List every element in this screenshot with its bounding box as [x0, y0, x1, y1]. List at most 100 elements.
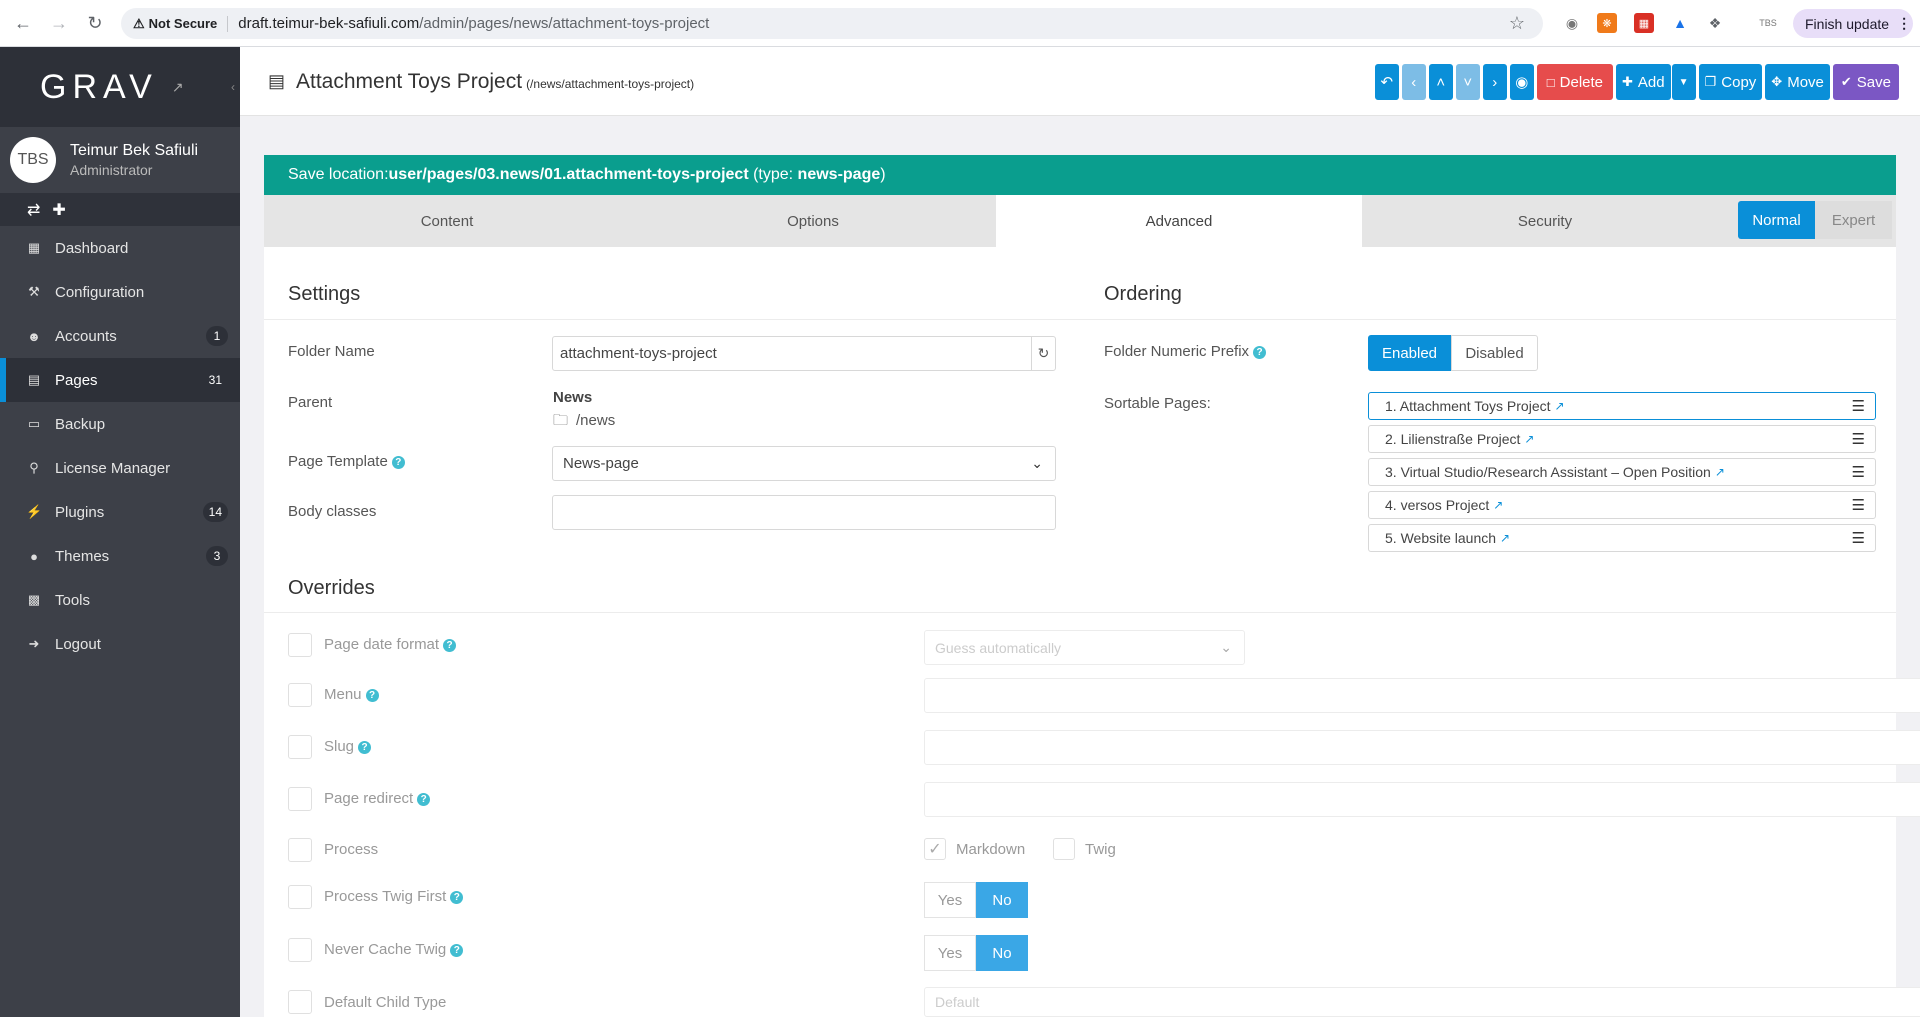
clear-cache-icon[interactable]: ⇄ [27, 200, 40, 220]
override-menu-checkbox[interactable] [288, 683, 312, 707]
body-classes-input[interactable] [552, 495, 1056, 530]
avatar: TBS [10, 137, 56, 183]
next-sibling-button[interactable]: › [1482, 64, 1507, 100]
help-icon[interactable]: ? [1253, 345, 1267, 359]
menu-input[interactable] [924, 678, 1920, 713]
page-date-format-select[interactable]: Guess automatically ⌄ [924, 630, 1245, 665]
reload-icon[interactable]: ↻ [82, 10, 108, 36]
sidebar-item-backup[interactable]: ▭ Backup [0, 402, 240, 446]
calendar-extension-icon[interactable]: ▦ [1634, 13, 1654, 33]
url-text[interactable]: draft.teimur-bek-safiuli.com/admin/pages… [238, 15, 709, 32]
override-process-checkbox[interactable] [288, 838, 312, 862]
add-button[interactable]: ✚ Add [1616, 64, 1671, 100]
sortable-page-item[interactable]: 4. versos Project ↗ ☰ [1368, 491, 1876, 519]
enabled-button[interactable]: Enabled [1368, 335, 1451, 371]
external-link-icon[interactable]: ↗ [1500, 531, 1510, 545]
external-link-icon[interactable]: ↗ [1524, 432, 1534, 446]
expert-mode-button[interactable]: Expert [1815, 201, 1892, 239]
sortable-page-item[interactable]: 1. Attachment Toys Project ↗ ☰ [1368, 392, 1876, 420]
finish-update-button[interactable]: Finish update ⋮ [1793, 9, 1913, 38]
back-arrow-icon[interactable]: ← [10, 10, 36, 36]
page-template-select[interactable]: News-page ⌄ [552, 446, 1056, 481]
not-secure-indicator[interactable]: ⚠ Not Secure [133, 15, 229, 32]
parent-name[interactable]: News [553, 389, 592, 406]
process-twig-option[interactable]: Twig [1053, 838, 1116, 860]
previous-sibling-button[interactable]: ‹ [1401, 64, 1426, 100]
help-icon[interactable]: ? [443, 638, 457, 652]
override-slug-checkbox[interactable] [288, 735, 312, 759]
page-redirect-input[interactable] [924, 782, 1920, 817]
bookmark-star-icon[interactable]: ☆ [1509, 13, 1525, 34]
help-icon[interactable]: ? [365, 688, 379, 702]
external-link-icon[interactable]: ↗ [1555, 399, 1565, 413]
sortable-page-item[interactable]: 3. Virtual Studio/Research Assistant – O… [1368, 458, 1876, 486]
grav-logo[interactable]: GRAV [40, 68, 158, 107]
collapse-sidebar-icon[interactable]: ‹ [226, 47, 240, 127]
back-to-pages-button[interactable]: ↶ [1374, 64, 1399, 100]
help-icon[interactable]: ? [450, 943, 464, 957]
override-twig-first-checkbox[interactable] [288, 885, 312, 909]
help-icon[interactable]: ? [417, 792, 431, 806]
sidebar-item-tools[interactable]: ▩ Tools [0, 578, 240, 622]
address-bar[interactable]: ⚠ Not Secure draft.teimur-bek-safiuli.co… [121, 8, 1543, 39]
drag-handle-icon[interactable]: ☰ [1852, 496, 1865, 514]
normal-mode-button[interactable]: Normal [1738, 201, 1815, 239]
external-link-icon[interactable]: ↗ [1715, 465, 1725, 479]
drag-handle-icon[interactable]: ☰ [1852, 529, 1865, 547]
help-icon[interactable]: ? [358, 740, 372, 754]
camera-extension-icon[interactable]: ◉ [1562, 13, 1582, 33]
puzzle-extensions-icon[interactable]: ❖ [1705, 13, 1725, 33]
drive-extension-icon[interactable]: ▲ [1670, 13, 1690, 33]
never-cache-no-button[interactable]: No [976, 935, 1028, 971]
default-child-type-select[interactable]: Default⌄ [924, 987, 1920, 1017]
sidebar-item-license-manager[interactable]: ⚲ License Manager [0, 446, 240, 490]
twig-first-yes-button[interactable]: Yes [924, 882, 976, 918]
help-icon[interactable]: ? [450, 890, 464, 904]
slug-input[interactable] [924, 730, 1920, 765]
external-link-icon[interactable]: ↗ [1493, 498, 1503, 512]
forward-arrow-icon[interactable]: → [46, 10, 72, 36]
folder-name-input[interactable]: attachment-toys-project ↻ [552, 336, 1056, 371]
process-markdown-option[interactable]: ✓ Markdown [924, 838, 1025, 860]
save-button[interactable]: ✔ Save [1832, 64, 1899, 100]
delete-button[interactable]: □ Delete [1536, 64, 1613, 100]
copy-button[interactable]: ❐ Copy [1698, 64, 1763, 100]
sidebar-item-themes[interactable]: ● Themes 3 [0, 534, 240, 578]
parent-page-button[interactable]: ˄ [1428, 64, 1453, 100]
tab-security[interactable]: Security [1362, 195, 1728, 247]
sidebar-item-plugins[interactable]: ⚡ Plugins 14 [0, 490, 240, 534]
sidebar-item-configuration[interactable]: ⚒ Configuration [0, 270, 240, 314]
override-never-cache-checkbox[interactable] [288, 938, 312, 962]
disabled-button[interactable]: Disabled [1451, 335, 1538, 371]
sidebar-item-pages[interactable]: ▤ Pages 31 [0, 358, 240, 402]
never-cache-yes-button[interactable]: Yes [924, 935, 976, 971]
drag-handle-icon[interactable]: ☰ [1852, 430, 1865, 448]
folder-icon: 🗀 [553, 412, 569, 429]
sidebar-item-accounts[interactable]: ☻ Accounts 1 [0, 314, 240, 358]
sidebar-item-logout[interactable]: ➜ Logout [0, 622, 240, 666]
override-date-format-checkbox[interactable] [288, 633, 312, 657]
move-button[interactable]: ✥ Move [1765, 64, 1830, 100]
override-redirect-checkbox[interactable] [288, 787, 312, 811]
external-link-icon[interactable]: ↗ [172, 79, 184, 96]
sortable-page-item[interactable]: 5. Website launch ↗ ☰ [1368, 524, 1876, 552]
sidebar-item-dashboard[interactable]: ▦ Dashboard [0, 226, 240, 270]
help-icon[interactable]: ? [391, 455, 405, 469]
sortable-page-item[interactable]: 2. Lilienstraße Project ↗ ☰ [1368, 425, 1876, 453]
override-child-type-checkbox[interactable] [288, 990, 312, 1014]
hubspot-extension-icon[interactable]: ❋ [1597, 13, 1617, 33]
tab-options[interactable]: Options [630, 195, 996, 247]
drag-handle-icon[interactable]: ☰ [1852, 397, 1865, 415]
child-page-button[interactable]: ˅ [1455, 64, 1480, 100]
twig-first-no-button[interactable]: No [976, 882, 1028, 918]
add-page-icon[interactable]: ✚ [52, 200, 65, 220]
tab-content[interactable]: Content [264, 195, 630, 247]
drag-handle-icon[interactable]: ☰ [1852, 463, 1865, 481]
tab-advanced[interactable]: Advanced [996, 195, 1362, 247]
add-dropdown-button[interactable]: ▼ [1671, 64, 1696, 100]
refresh-icon[interactable]: ↻ [1031, 337, 1055, 370]
preview-button[interactable]: ◉ [1509, 64, 1534, 100]
parent-route[interactable]: 🗀/news [553, 410, 615, 435]
user-profile[interactable]: TBS Teimur Bek Safiuli Administrator [0, 127, 240, 193]
profile-avatar[interactable]: TBS [1758, 13, 1778, 33]
